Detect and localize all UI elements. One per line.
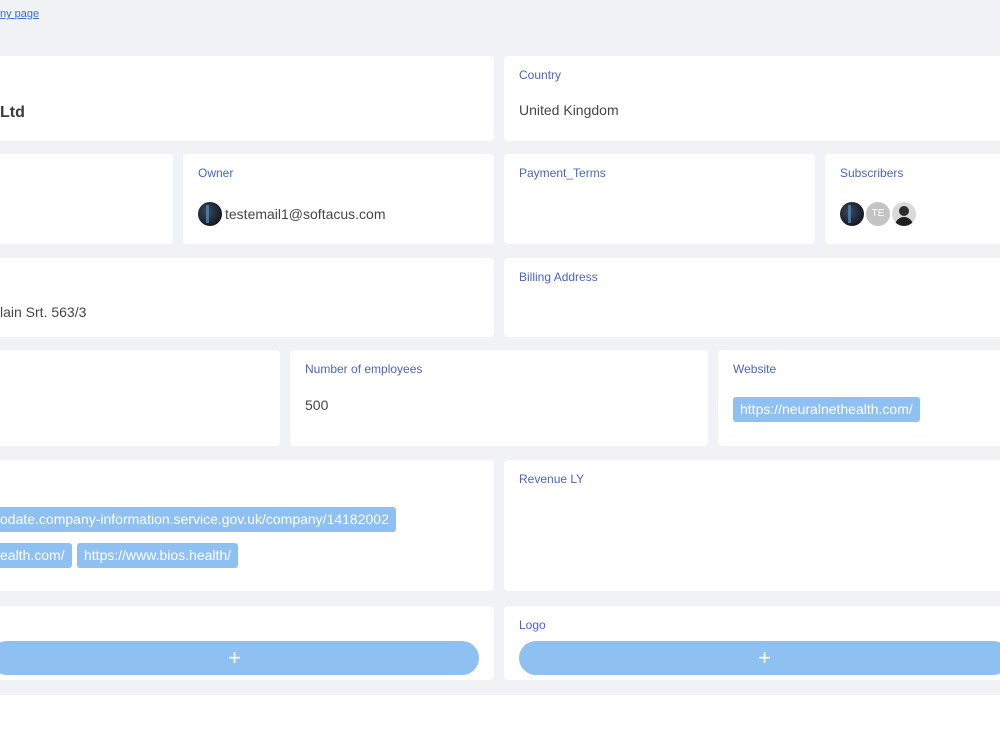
plus-icon: +: [758, 645, 771, 670]
attachment-card: +: [0, 606, 494, 680]
payment-terms-label: Payment_Terms: [519, 166, 606, 180]
owner-avatar: [198, 202, 222, 226]
employees-card[interactable]: Number of employees 500: [290, 350, 708, 446]
billing-address-card[interactable]: Billing Address: [504, 258, 1000, 337]
employees-label: Number of employees: [305, 362, 423, 376]
owner-label: Owner: [198, 166, 234, 180]
plus-icon: +: [228, 645, 241, 670]
payment-terms-card[interactable]: Payment_Terms: [504, 154, 815, 244]
left-field-card-2[interactable]: [0, 350, 280, 446]
subscribers-card[interactable]: Subscribers TE: [825, 154, 1000, 244]
website-link-tag[interactable]: https://neuralnethealth.com/: [733, 397, 920, 422]
owner-card[interactable]: Owner testemail1@softacus.com: [183, 154, 494, 244]
subscriber-avatar[interactable]: [840, 202, 864, 226]
add-attachment-button[interactable]: +: [0, 641, 479, 675]
owner-email: testemail1@softacus.com: [225, 206, 386, 222]
back-to-company-page-link[interactable]: ny page: [0, 8, 39, 20]
website-label: Website: [733, 362, 777, 376]
revenue-ly-card[interactable]: Revenue LY: [504, 460, 1000, 591]
revenue-ly-label: Revenue LY: [519, 472, 585, 486]
subscribers-label: Subscribers: [840, 166, 904, 180]
employees-value: 500: [305, 397, 329, 413]
address-card[interactable]: lain Srt. 563/3: [0, 258, 494, 337]
country-label: Country: [519, 68, 562, 82]
company-name-value: Ltd: [0, 104, 25, 121]
logo-card: Logo +: [504, 606, 1000, 680]
person-head: [899, 206, 909, 216]
person-body: [895, 217, 913, 226]
left-field-card[interactable]: [0, 154, 173, 244]
link-tag[interactable]: https://www.bios.health/: [77, 543, 239, 568]
website-card[interactable]: Website https://neuralnethealth.com/: [718, 350, 1000, 446]
company-name-card: Ltd: [0, 56, 494, 141]
country-value: United Kingdom: [519, 102, 619, 118]
country-card[interactable]: Country United Kingdom: [504, 56, 1000, 141]
page-canvas: ny page Ltd Country United Kingdom Owner…: [0, 0, 1000, 695]
subscriber-avatar[interactable]: [892, 202, 916, 226]
subscriber-avatar[interactable]: TE: [866, 202, 890, 226]
add-logo-button[interactable]: +: [519, 641, 1000, 675]
link-tag[interactable]: ealth.com/: [0, 543, 72, 568]
links-card[interactable]: odate.company-information.service.gov.uk…: [0, 460, 494, 591]
logo-label: Logo: [519, 618, 546, 632]
billing-address-label: Billing Address: [519, 270, 598, 284]
link-tag[interactable]: odate.company-information.service.gov.uk…: [0, 507, 396, 532]
address-value: lain Srt. 563/3: [0, 304, 87, 320]
